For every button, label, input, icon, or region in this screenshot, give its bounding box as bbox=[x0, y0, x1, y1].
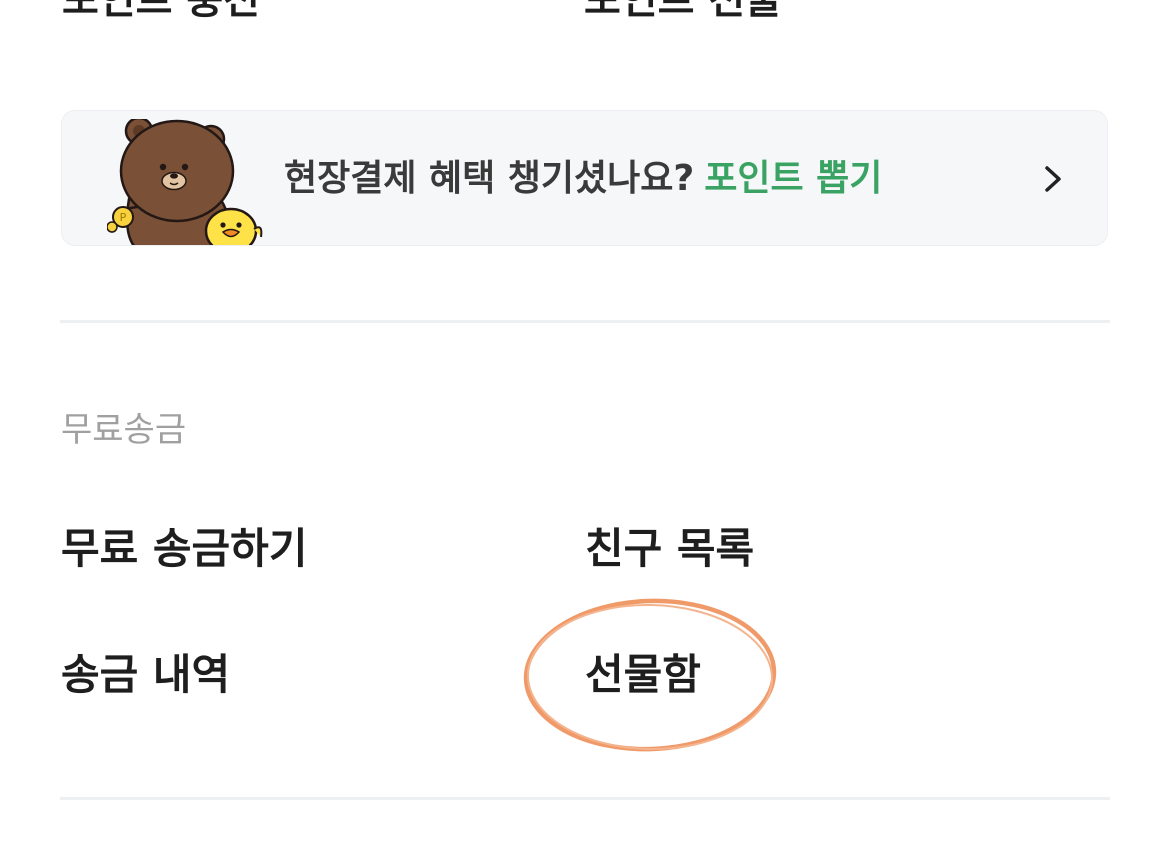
svg-text:P: P bbox=[120, 211, 127, 224]
banner-highlight-link[interactable]: 포인트 뽑기 bbox=[704, 158, 882, 199]
point-gift-link[interactable]: 포인트 선물 bbox=[584, 0, 782, 20]
brown-bear-and-sally-chick-icon: P bbox=[107, 119, 263, 245]
gift-box-button[interactable]: 선물함 bbox=[585, 648, 701, 702]
banner-message: 현장결제 혜택 챙기셨나요? bbox=[284, 158, 695, 199]
top-menu-row: 포인트 충전 포인트 선물 bbox=[60, 0, 1110, 20]
section-divider bbox=[60, 320, 1110, 323]
section-divider-bottom bbox=[60, 797, 1110, 800]
banner-text: 현장결제 혜택 챙기셨나요? 포인트 뽑기 bbox=[284, 111, 882, 245]
point-charge-link[interactable]: 포인트 충전 bbox=[62, 0, 260, 20]
friend-list-button[interactable]: 친구 목록 bbox=[585, 522, 754, 576]
transfer-history-button[interactable]: 송금 내역 bbox=[61, 648, 230, 702]
section-title-free-transfer: 무료송금 bbox=[61, 410, 187, 450]
free-transfer-button[interactable]: 무료 송금하기 bbox=[61, 522, 307, 576]
chevron-right-icon bbox=[1045, 166, 1061, 192]
point-draw-banner[interactable]: P 현장결제 혜택 챙기셨나요? 포인트 뽑기 bbox=[61, 110, 1108, 246]
